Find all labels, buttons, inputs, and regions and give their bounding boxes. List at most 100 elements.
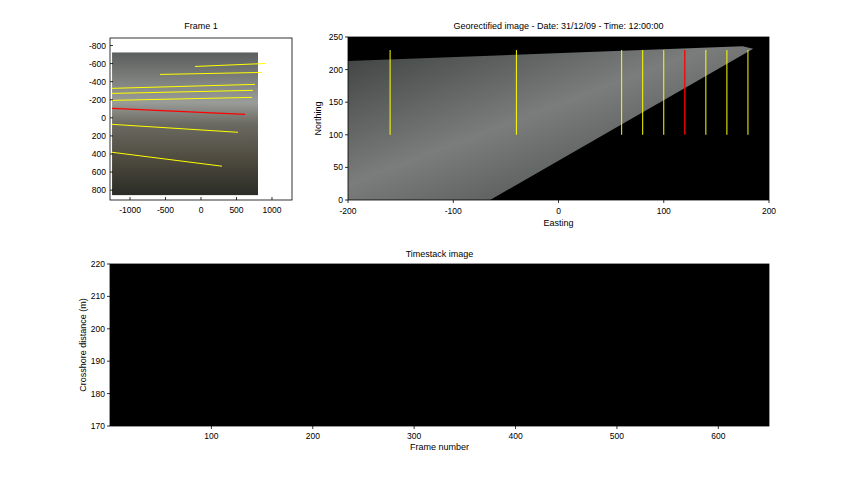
tick-mark bbox=[345, 37, 348, 38]
tick-label: 200 bbox=[762, 206, 776, 216]
transect bbox=[705, 50, 706, 135]
tick-label: 800 bbox=[92, 185, 106, 195]
selected-transect bbox=[684, 50, 685, 135]
tick-mark bbox=[110, 190, 113, 191]
tick-mark bbox=[558, 200, 559, 203]
transect bbox=[621, 50, 622, 135]
tick-mark bbox=[107, 328, 110, 329]
transect bbox=[726, 50, 727, 135]
selected-transect bbox=[112, 108, 245, 114]
tick-label: -500 bbox=[157, 205, 174, 215]
tick-mark bbox=[345, 69, 348, 70]
tick-label: -800 bbox=[89, 41, 106, 51]
matlab-figure: Frame 1-800-600-400-2000200400600800-100… bbox=[0, 0, 849, 480]
plot-area bbox=[110, 38, 292, 200]
tick-mark bbox=[345, 134, 348, 135]
axes-title: Georectified image - Date: 31/12/09 - Ti… bbox=[453, 21, 663, 31]
tick-label: 0 bbox=[101, 113, 106, 123]
tick-mark bbox=[236, 197, 237, 200]
tick-mark bbox=[201, 197, 202, 200]
tick-label: 400 bbox=[508, 431, 522, 441]
tick-label: 100 bbox=[329, 130, 343, 140]
transect bbox=[390, 50, 391, 135]
tick-mark bbox=[165, 197, 166, 200]
transect bbox=[112, 124, 238, 132]
plot-area bbox=[110, 264, 769, 426]
transect bbox=[642, 50, 643, 135]
tick-label: 600 bbox=[711, 431, 725, 441]
transect bbox=[663, 50, 664, 135]
tick-label: -600 bbox=[89, 59, 106, 69]
tick-label: 500 bbox=[229, 205, 243, 215]
axes-title: Frame 1 bbox=[184, 21, 218, 31]
axes-title: Timestack image bbox=[406, 249, 474, 259]
transect bbox=[112, 152, 222, 166]
frame-axes: Frame 1 -800 -600 -400 -200 0 200 400 600 800 -100… bbox=[75, 18, 300, 233]
transect bbox=[747, 50, 748, 135]
tick-mark bbox=[718, 426, 719, 429]
tick-mark bbox=[271, 197, 272, 200]
tick-mark bbox=[110, 153, 113, 154]
tick-label: 220 bbox=[91, 259, 105, 269]
tick-mark bbox=[110, 135, 113, 136]
tick-mark bbox=[348, 200, 349, 203]
tick-mark bbox=[616, 426, 617, 429]
tick-label: 300 bbox=[407, 431, 421, 441]
tick-label: 500 bbox=[610, 431, 624, 441]
plot-area bbox=[348, 37, 769, 200]
tick-mark bbox=[345, 167, 348, 168]
transect bbox=[112, 84, 255, 88]
georectified-axes: Georectified image - Date: 31/12/09 - Ti… bbox=[305, 18, 790, 248]
tick-mark bbox=[110, 172, 113, 173]
tick-mark bbox=[110, 63, 113, 64]
transect bbox=[516, 50, 517, 135]
tick-label: -200 bbox=[89, 95, 106, 105]
axes-box bbox=[348, 37, 769, 200]
tick-label: -1000 bbox=[119, 205, 141, 215]
tick-mark bbox=[107, 393, 110, 394]
tick-label: 200 bbox=[306, 431, 320, 441]
tick-label: 0 bbox=[556, 206, 561, 216]
tick-mark bbox=[211, 426, 212, 429]
top-row: Frame 1-800-600-400-2000200400600800-100… bbox=[0, 0, 849, 233]
tick-label: 0 bbox=[338, 195, 343, 205]
tick-label: 600 bbox=[92, 167, 106, 177]
tick-mark bbox=[345, 102, 348, 103]
y-axis-label: Crosshore distance (m) bbox=[78, 298, 88, 392]
georectified-image bbox=[348, 46, 753, 200]
x-axis-label: Easting bbox=[543, 218, 573, 228]
tick-mark bbox=[110, 81, 113, 82]
tick-mark bbox=[663, 200, 664, 203]
tick-mark bbox=[345, 200, 348, 201]
tick-mark bbox=[453, 200, 454, 203]
tick-mark bbox=[769, 200, 770, 203]
tick-label: 100 bbox=[657, 206, 671, 216]
tick-label: 1000 bbox=[263, 205, 282, 215]
transect bbox=[112, 90, 253, 93]
tick-label: 180 bbox=[91, 389, 105, 399]
tick-mark bbox=[312, 426, 313, 429]
tick-label: 400 bbox=[92, 149, 106, 159]
transect bbox=[195, 63, 265, 66]
y-axis-label: Northing bbox=[313, 101, 323, 135]
tick-mark bbox=[107, 361, 110, 362]
timestack-axes: Timestack image1701801902002102201002003… bbox=[75, 245, 790, 460]
tick-label: 190 bbox=[91, 356, 105, 366]
transect bbox=[160, 72, 262, 74]
tick-label: 50 bbox=[334, 162, 344, 172]
tick-label: -200 bbox=[339, 206, 356, 216]
tick-label: -400 bbox=[89, 77, 106, 87]
tick-label: 210 bbox=[91, 291, 105, 301]
tick-mark bbox=[110, 117, 113, 118]
transect bbox=[112, 97, 252, 100]
tick-mark bbox=[130, 197, 131, 200]
tick-mark bbox=[414, 426, 415, 429]
tick-mark bbox=[107, 264, 110, 265]
bottom-row: Timestack image1701801902002102201002003… bbox=[0, 233, 849, 460]
tick-label: 150 bbox=[329, 97, 343, 107]
tick-label: 0 bbox=[199, 205, 204, 215]
tick-label: 170 bbox=[91, 421, 105, 431]
x-axis-label: Frame number bbox=[410, 442, 469, 452]
tick-label: 200 bbox=[92, 131, 106, 141]
tick-label: 250 bbox=[329, 32, 343, 42]
